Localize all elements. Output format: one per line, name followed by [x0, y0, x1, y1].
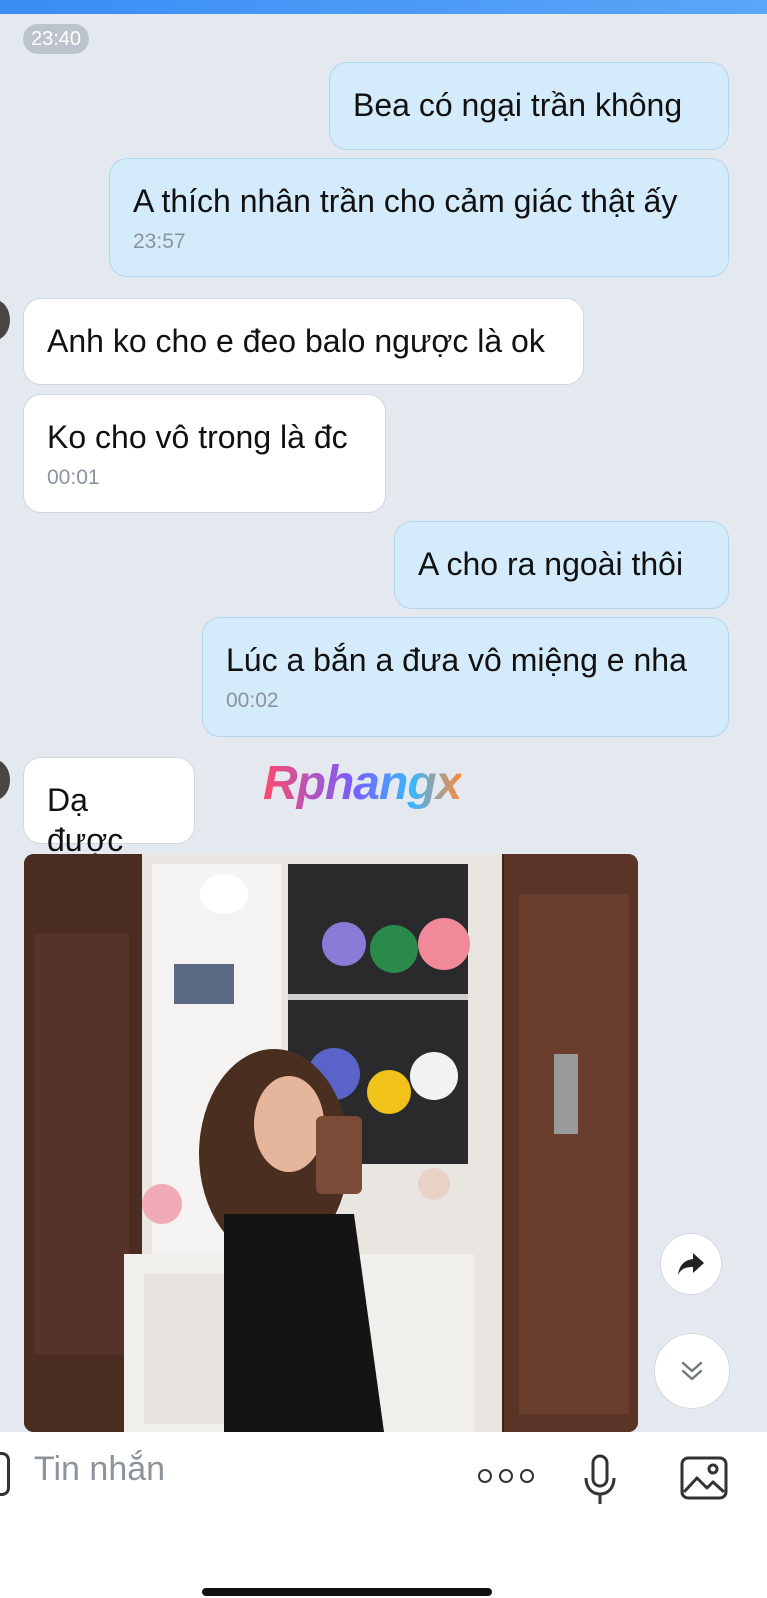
- message-bubble-outgoing[interactable]: Bea có ngại trần không: [329, 62, 729, 150]
- message-input[interactable]: Tin nhắn: [34, 1444, 165, 1494]
- share-button[interactable]: [660, 1233, 722, 1295]
- message-bubble-incoming[interactable]: Anh ko cho e đeo balo ngược là ok: [23, 298, 584, 385]
- message-bubble-outgoing[interactable]: A thích nhân trần cho cảm giác thật ấy 2…: [109, 158, 729, 277]
- message-text: A thích nhân trần cho cảm giác thật ấy: [133, 183, 678, 219]
- message-time: 00:02: [226, 689, 279, 712]
- message-bubble-incoming[interactable]: Dạ được: [23, 757, 195, 858]
- message-time: 00:01: [47, 466, 100, 489]
- scroll-to-bottom-button[interactable]: [654, 1333, 730, 1409]
- avatar[interactable]: [0, 300, 10, 340]
- avatar[interactable]: [0, 760, 10, 800]
- message-time: 23:57: [133, 230, 186, 253]
- photo-image: [24, 854, 638, 1432]
- message-bubble-outgoing[interactable]: Lúc a bắn a đưa vô miệng e nha 00:02: [202, 617, 729, 737]
- watermark-logo: Rphangx: [263, 757, 462, 810]
- message-text: Bea có ngại trần không: [353, 87, 683, 123]
- scroll-down-double-chevron-icon: [681, 1361, 703, 1381]
- top-progress-bar: [0, 0, 767, 14]
- message-text: Dạ được: [47, 782, 124, 858]
- more-dots-icon[interactable]: [478, 1468, 534, 1484]
- message-text: Ko cho vô trong là đc: [47, 419, 348, 455]
- emoji-icon[interactable]: [0, 1452, 10, 1496]
- time-divider: 23:40: [23, 24, 90, 54]
- photo-message[interactable]: [24, 854, 638, 1432]
- message-text: Anh ko cho e đeo balo ngược là ok: [47, 323, 545, 359]
- image-icon[interactable]: [680, 1456, 728, 1500]
- share-arrow-icon: [678, 1253, 704, 1275]
- microphone-icon[interactable]: [582, 1454, 618, 1506]
- message-text: Lúc a bắn a đưa vô miệng e nha: [226, 642, 687, 678]
- message-bubble-incoming[interactable]: Ko cho vô trong là đc 00:01: [23, 394, 386, 513]
- message-bubble-outgoing[interactable]: A cho ra ngoài thôi: [394, 521, 729, 609]
- home-indicator: [202, 1588, 492, 1596]
- message-composer: Tin nhắn: [0, 1432, 767, 1598]
- message-text: A cho ra ngoài thôi: [418, 546, 684, 582]
